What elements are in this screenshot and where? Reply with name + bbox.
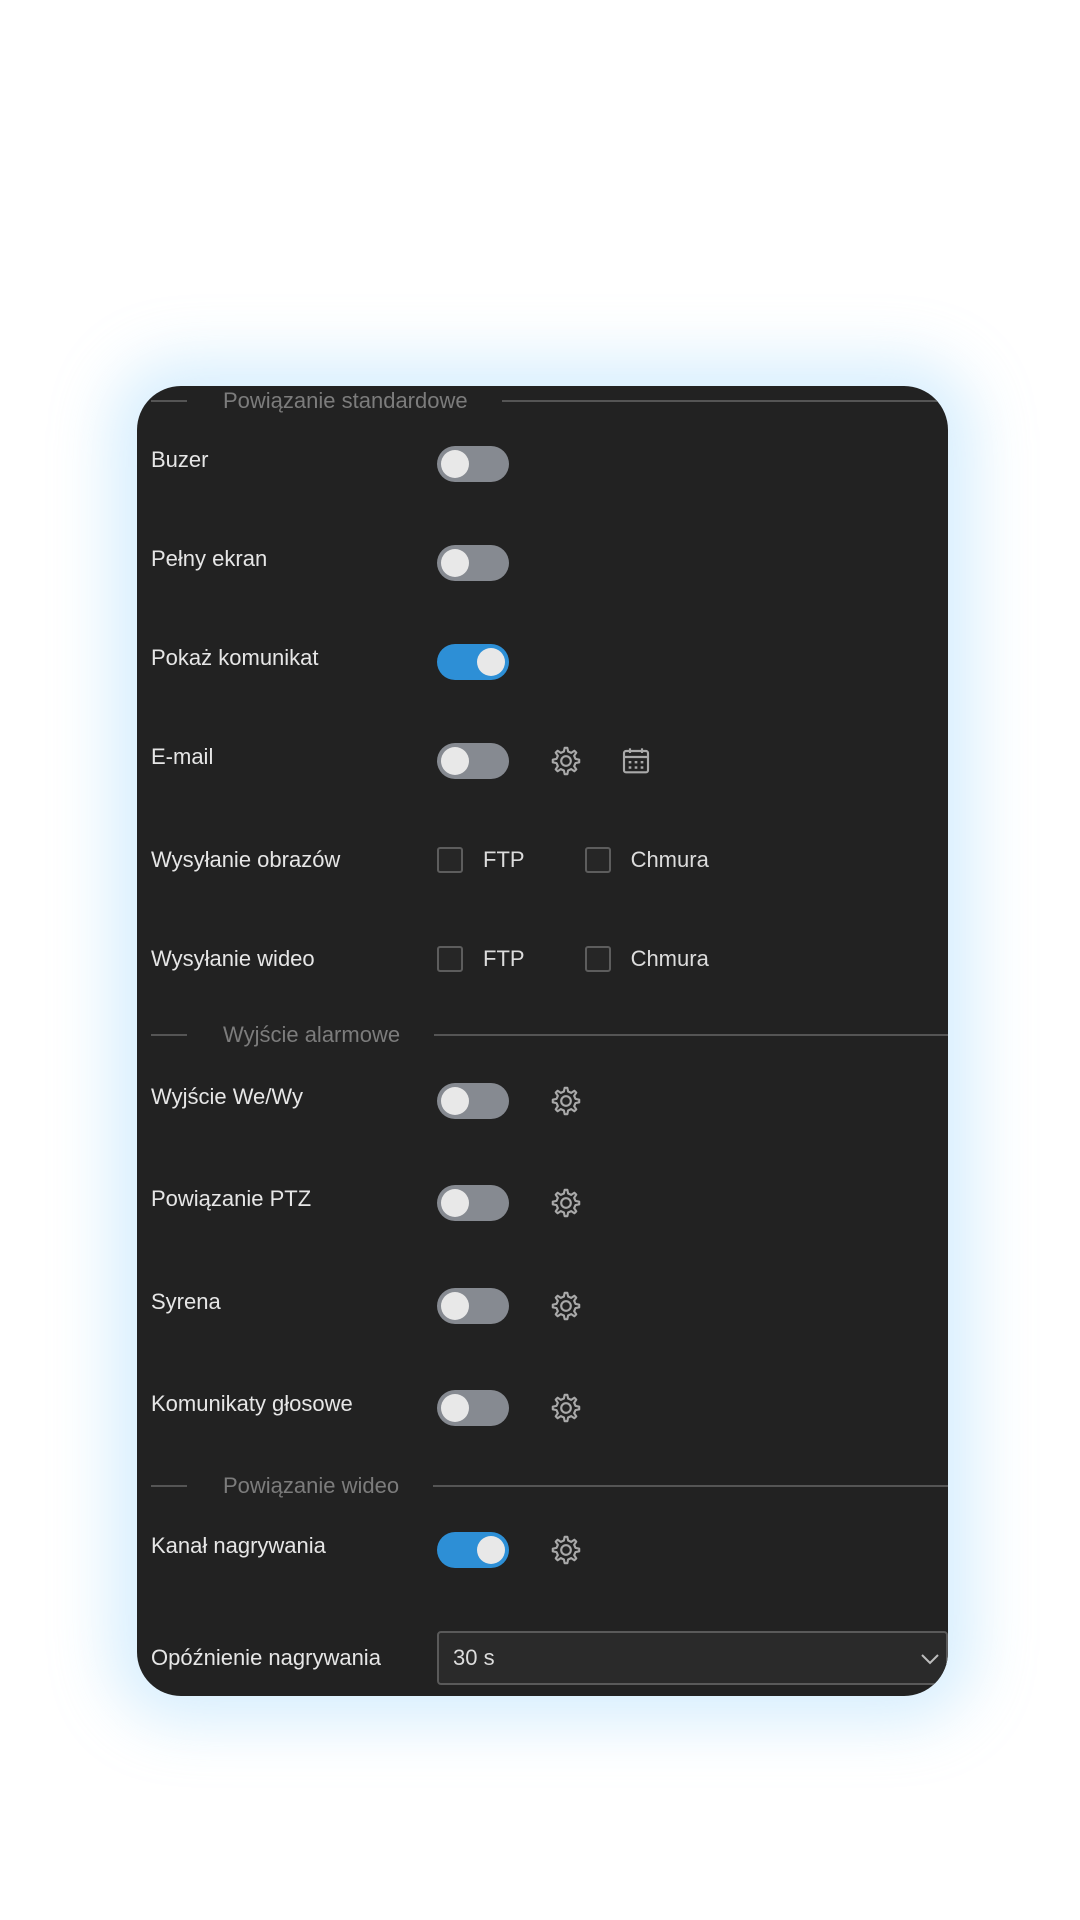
row-record-delay: Opóźnienie nagrywania 30 s	[151, 1630, 948, 1686]
row-siren: Syrena	[151, 1284, 948, 1328]
row-image-upload: Wysyłanie obrazów FTP Chmura	[151, 838, 948, 882]
row-io-output: Wyjście We/Wy	[151, 1079, 948, 1123]
toggle-knob	[441, 1394, 469, 1422]
io-output-toggle[interactable]	[437, 1083, 509, 1119]
voice-messages-label: Komunikaty głosowe	[151, 1391, 353, 1416]
record-delay-value: 30 s	[453, 1645, 495, 1670]
ptz-link-settings-gear-icon[interactable]	[549, 1186, 583, 1220]
section-divider	[433, 1485, 948, 1487]
section-divider	[151, 1034, 187, 1036]
siren-label: Syrena	[151, 1289, 221, 1314]
section-title-alarm: Wyjście alarmowe	[223, 1022, 401, 1047]
ptz-link-label: Powiązanie PTZ	[151, 1186, 312, 1211]
image-upload-ftp-label: FTP	[483, 847, 525, 872]
image-upload-label: Wysyłanie obrazów	[151, 847, 341, 872]
image-upload-cloud-option: Chmura	[584, 847, 709, 873]
record-channel-toggle[interactable]	[437, 1532, 509, 1568]
section-title-standard: Powiązanie standardowe	[223, 388, 468, 413]
section-header-alarm: Wyjście alarmowe	[151, 1020, 948, 1050]
section-divider	[434, 1034, 948, 1036]
row-buzzer: Buzer	[151, 442, 948, 486]
email-toggle[interactable]	[437, 743, 509, 779]
video-upload-cloud-label: Chmura	[630, 946, 709, 971]
section-divider	[151, 1485, 187, 1487]
show-message-label: Pokaż komunikat	[151, 645, 319, 670]
video-upload-ftp-option: FTP	[437, 946, 525, 972]
row-video-upload: Wysyłanie wideo FTP Chmura	[151, 937, 948, 981]
row-fullscreen: Pełny ekran	[151, 541, 948, 585]
video-upload-ftp-label: FTP	[483, 946, 525, 971]
row-email: E-mail	[151, 739, 948, 783]
toggle-knob	[441, 450, 469, 478]
toggle-knob	[441, 1087, 469, 1115]
io-output-settings-gear-icon[interactable]	[549, 1084, 583, 1118]
siren-settings-gear-icon[interactable]	[549, 1289, 583, 1323]
row-show-message: Pokaż komunikat	[151, 640, 948, 684]
buzzer-label: Buzer	[151, 447, 209, 472]
record-channel-label: Kanał nagrywania	[151, 1533, 326, 1558]
toggle-knob	[441, 1189, 469, 1217]
io-output-label: Wyjście We/Wy	[151, 1084, 303, 1109]
toggle-knob	[477, 648, 505, 676]
section-divider	[151, 400, 187, 402]
section-title-video: Powiązanie wideo	[223, 1473, 400, 1498]
image-upload-cloud-label: Chmura	[630, 847, 709, 872]
toggle-knob	[441, 549, 469, 577]
ptz-link-toggle[interactable]	[437, 1185, 509, 1221]
email-schedule-calendar-icon[interactable]	[619, 744, 653, 778]
image-upload-ftp-option: FTP	[437, 847, 525, 873]
record-channel-settings-gear-icon[interactable]	[549, 1533, 583, 1567]
chevron-down-icon	[918, 1647, 942, 1676]
toggle-knob	[477, 1536, 505, 1564]
toggle-knob	[441, 747, 469, 775]
email-settings-gear-icon[interactable]	[549, 744, 583, 778]
video-upload-label: Wysyłanie wideo	[151, 946, 315, 971]
show-message-toggle[interactable]	[437, 644, 509, 680]
record-delay-label: Opóźnienie nagrywania	[151, 1645, 381, 1670]
video-upload-ftp-checkbox[interactable]	[437, 946, 463, 972]
record-delay-select[interactable]: 30 s	[437, 1631, 948, 1685]
row-record-channel: Kanał nagrywania	[151, 1528, 948, 1572]
voice-messages-toggle[interactable]	[437, 1390, 509, 1426]
fullscreen-toggle[interactable]	[437, 545, 509, 581]
image-upload-cloud-checkbox[interactable]	[584, 847, 611, 873]
row-voice-messages: Komunikaty głosowe	[151, 1386, 948, 1430]
section-divider	[501, 400, 948, 402]
section-header-standard: Powiązanie standardowe	[151, 386, 948, 416]
siren-toggle[interactable]	[437, 1288, 509, 1324]
panel-content: Powiązanie standardowe Buzer Pełny ekran…	[137, 386, 948, 1696]
buzzer-toggle[interactable]	[437, 446, 509, 482]
image-upload-ftp-checkbox[interactable]	[437, 847, 463, 873]
video-upload-cloud-option: Chmura	[584, 946, 709, 972]
email-label: E-mail	[151, 744, 214, 769]
linkage-settings-panel: Powiązanie standardowe Buzer Pełny ekran…	[137, 386, 948, 1696]
toggle-knob	[441, 1292, 469, 1320]
fullscreen-label: Pełny ekran	[151, 546, 268, 571]
voice-messages-settings-gear-icon[interactable]	[549, 1391, 583, 1425]
row-ptz-link: Powiązanie PTZ	[151, 1181, 948, 1225]
video-upload-cloud-checkbox[interactable]	[584, 946, 611, 972]
section-header-video: Powiązanie wideo	[151, 1471, 948, 1501]
